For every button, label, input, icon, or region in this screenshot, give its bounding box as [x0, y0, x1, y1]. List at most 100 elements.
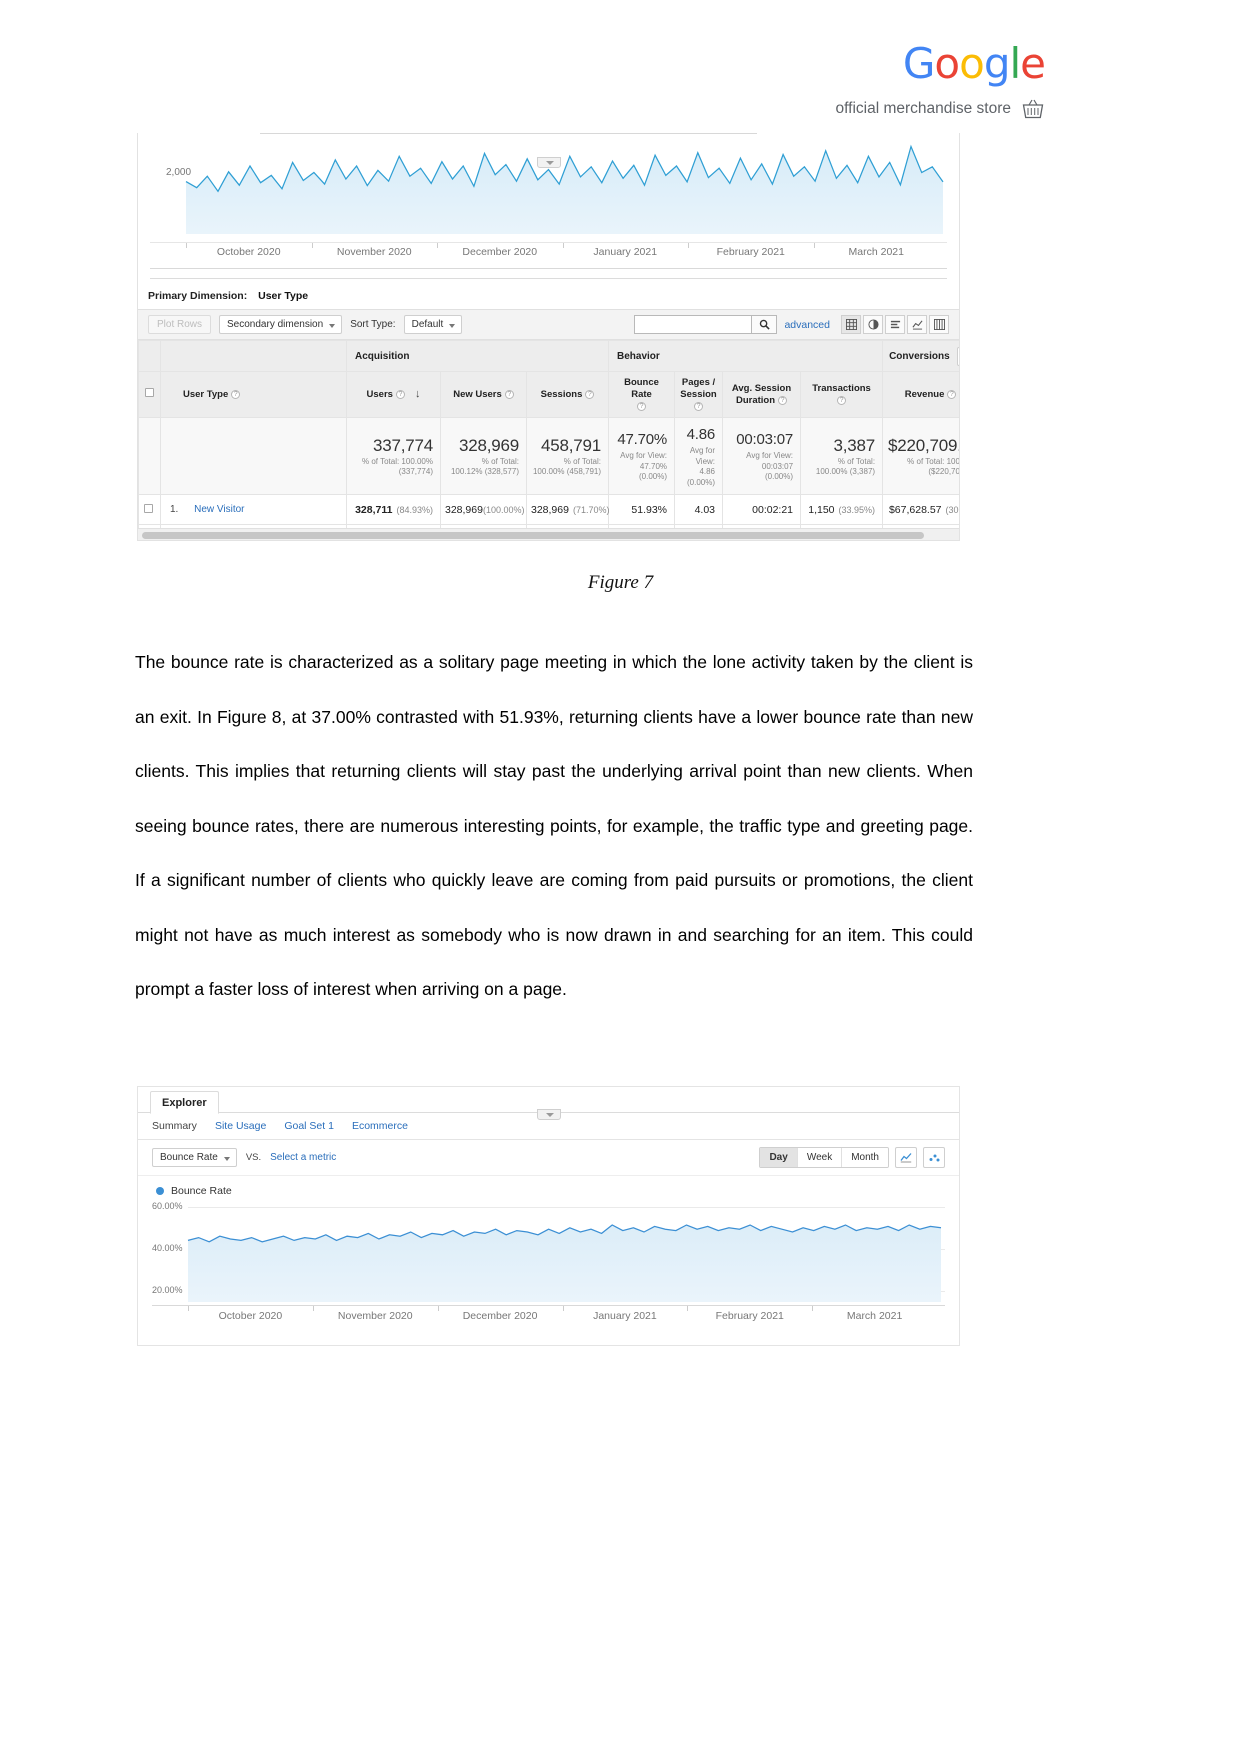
summary-check-cell [138, 417, 161, 495]
vs-label: VS. [245, 1152, 262, 1163]
scatter-chart-icon[interactable] [923, 1147, 945, 1168]
summary-pages-session-value: 4.86 [686, 426, 716, 443]
column-header-avg-duration[interactable]: Avg. Session Duration? [722, 371, 802, 418]
users-trend-line [185, 144, 944, 234]
chart-date-handle[interactable] [536, 157, 561, 168]
horizontal-scrollbar[interactable] [138, 528, 959, 540]
select-a-metric-link[interactable]: Select a metric [270, 1152, 336, 1163]
summary-bounce-rate: 47.70% Avg for View: 47.70% (0.00%) [608, 417, 676, 495]
figure-caption: Figure 7 [587, 572, 654, 593]
pivot-view-icon[interactable] [929, 315, 949, 334]
summary-users-value: 337,774 [372, 435, 433, 455]
select-all-checkbox-cell[interactable] [138, 371, 161, 418]
axis-month-label: October 2020 [218, 1310, 283, 1322]
granularity-month[interactable]: Month [842, 1148, 888, 1167]
pie-view-icon[interactable] [863, 315, 883, 334]
axis-tick [437, 243, 438, 248]
column-header-sessions[interactable]: Sessions? [525, 371, 610, 418]
summary-transactions-value: 3,387 [833, 435, 876, 455]
row-index-1: 1. [170, 504, 179, 515]
column-header-new-users[interactable]: New Users? [440, 371, 527, 418]
row1-bounce-rate-value: 51.93% [631, 503, 668, 516]
explorer-date-handle[interactable] [536, 1109, 561, 1120]
subtab-goal-set-1[interactable]: Goal Set 1 [284, 1120, 334, 1132]
summary-bounce-rate-sub2: 47.70% [639, 461, 668, 471]
help-icon-bounce-rate[interactable]: ? [637, 401, 647, 411]
granularity-week[interactable]: Week [797, 1148, 843, 1167]
sort-type-select[interactable]: Default [403, 315, 463, 334]
table-view-icon[interactable] [841, 315, 861, 334]
help-icon-transactions[interactable]: ? [837, 395, 847, 405]
view-icon-group [841, 315, 949, 334]
summary-revenue-sub2: ($220,709.1 [928, 467, 960, 476]
summary-sessions-sub1: % of Total: [563, 456, 602, 466]
help-icon-revenue[interactable]: ? [947, 389, 957, 399]
logo-letter-o2: o [959, 39, 985, 88]
search-button[interactable] [752, 315, 778, 334]
primary-dimension-value[interactable]: User Type [258, 290, 308, 302]
document-page: Google official merchandise store 2,000 [0, 0, 1241, 1754]
help-icon-sessions[interactable]: ? [585, 389, 595, 399]
row-checkbox-cell-1[interactable] [138, 494, 161, 525]
column-header-transactions[interactable]: Transactions? [800, 371, 884, 418]
row1-transactions: 1,150 (33.95%) [800, 494, 884, 525]
help-icon-pages-session[interactable]: ? [694, 401, 704, 411]
summary-users: 337,774 % of Total: 100.00% (337,774) [346, 417, 441, 495]
sort-desc-arrow-icon[interactable]: ↓ [415, 388, 421, 400]
summary-pages-session-sub1: Avg for [689, 446, 716, 455]
summary-revenue-value: $220,709.1 [887, 435, 959, 455]
column-header-revenue[interactable]: Revenue? [882, 371, 959, 418]
user-type-table: Acquisition Behavior Conversions eCommer… [138, 340, 960, 540]
advanced-link[interactable]: advanced [784, 319, 830, 331]
line-chart-icon[interactable] [895, 1147, 917, 1168]
logo-letter-G: G [902, 39, 936, 88]
axis-month-label: October 2020 [216, 246, 281, 258]
row1-new-users-value: 328,969 [445, 503, 483, 516]
summary-revenue-sub1: % of Total: 100.00 [907, 456, 960, 466]
search-input[interactable] [634, 315, 753, 334]
summary-avg-duration-sub2: 00:03:07 [761, 461, 794, 471]
legend-label: Bounce Rate [171, 1185, 232, 1197]
comparison-view-icon[interactable] [907, 315, 927, 334]
select-all-checkbox[interactable] [145, 388, 154, 397]
subtab-ecommerce[interactable]: Ecommerce [352, 1120, 408, 1132]
tab-explorer[interactable]: Explorer [150, 1091, 219, 1114]
column-header-users[interactable]: Users? ↓ [346, 371, 441, 418]
help-icon-new-users[interactable]: ? [504, 389, 514, 399]
conversions-goal-select[interactable]: eCommerce [956, 346, 959, 366]
table-row[interactable]: 1. New Visitor 328,711 (84.93%) 328,969(1… [138, 494, 959, 525]
subtab-site-usage[interactable]: Site Usage [215, 1120, 266, 1132]
shopping-basket-icon [1021, 98, 1045, 120]
column-header-bounce-rate[interactable]: Bounce Rate? [608, 371, 676, 418]
column-header-pages-session[interactable]: Pages / Session? [674, 371, 724, 418]
body-paragraph: The bounce rate is characterized as a so… [135, 652, 973, 999]
column-header-pages-session-label: Pages / Session [680, 376, 717, 400]
secondary-dimension-select[interactable]: Secondary dimension [219, 315, 343, 334]
group-header-conversions-label: Conversions [889, 350, 950, 362]
summary-bounce-rate-sub3: (0.00%) [639, 472, 668, 482]
granularity-day[interactable]: Day [760, 1148, 798, 1167]
brand-subtitle: official merchandise store [835, 100, 1011, 117]
row1-revenue: $67,628.57(30.64 [882, 494, 959, 525]
help-icon-user-type[interactable]: ? [231, 389, 241, 399]
column-header-user-type[interactable]: User Type? [160, 371, 347, 418]
row-checkbox-1[interactable] [144, 503, 153, 513]
group-header-acquisition: Acquisition [345, 340, 610, 372]
subtab-summary[interactable]: Summary [152, 1120, 197, 1132]
summary-avg-duration: 00:03:07 Avg for View: 00:03:07 (0.00%) [722, 417, 802, 495]
row-label-cell-1[interactable]: 1. New Visitor [160, 494, 347, 525]
search-group [634, 315, 778, 334]
help-icon-avg-duration[interactable]: ? [778, 395, 788, 405]
plot-rows-button[interactable]: Plot Rows [148, 315, 212, 334]
row1-new-users: 328,969(100.00%) [440, 494, 527, 525]
scrollbar-thumb[interactable] [142, 532, 924, 539]
bar-view-icon[interactable] [885, 315, 905, 334]
column-header-users-label: Users [366, 389, 393, 400]
summary-new-users-sub2: 100.12% (328,577) [450, 467, 519, 476]
summary-bounce-rate-sub1: Avg for View: [620, 451, 668, 461]
help-icon-users[interactable]: ? [395, 390, 405, 399]
granularity-group: Day Week Month [759, 1147, 945, 1168]
row-name-new-visitor[interactable]: New Visitor [194, 504, 244, 515]
metric-select-bounce-rate[interactable]: Bounce Rate [152, 1148, 237, 1167]
summary-pages-session-sub3: 4.86 [699, 467, 716, 476]
